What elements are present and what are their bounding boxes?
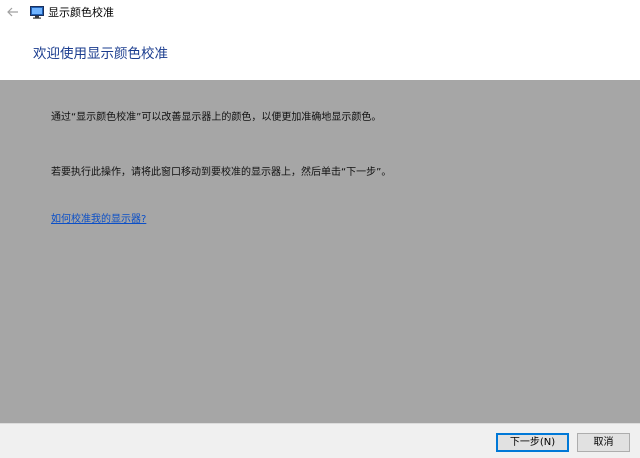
next-button-label: 下一步(N) [509, 437, 556, 448]
next-button[interactable]: 下一步(N) [496, 433, 569, 452]
back-arrow-icon [7, 7, 18, 17]
page-header: 欢迎使用显示颜色校准 [0, 26, 640, 80]
intro-paragraph: 通过“显示颜色校准”可以改善显示器上的颜色，以便更加准确地显示颜色。 [51, 112, 382, 123]
cancel-button[interactable]: 取消 [577, 433, 630, 452]
page-title: 欢迎使用显示颜色校准 [33, 46, 168, 62]
instruction-paragraph: 若要执行此操作，请将此窗口移动到要校准的显示器上，然后单击“下一步”。 [51, 167, 392, 178]
help-link[interactable]: 如何校准我的显示器? [51, 213, 146, 227]
display-monitor-icon [30, 6, 44, 19]
window-title: 显示颜色校准 [48, 6, 114, 19]
footer-bar: 下一步(N) 取消 [0, 423, 640, 458]
content-area: 通过“显示颜色校准”可以改善显示器上的颜色，以便更加准确地显示颜色。 若要执行此… [0, 80, 640, 423]
back-button[interactable] [4, 3, 22, 21]
title-bar: 显示颜色校准 [0, 0, 640, 26]
cancel-button-label: 取消 [593, 437, 614, 448]
